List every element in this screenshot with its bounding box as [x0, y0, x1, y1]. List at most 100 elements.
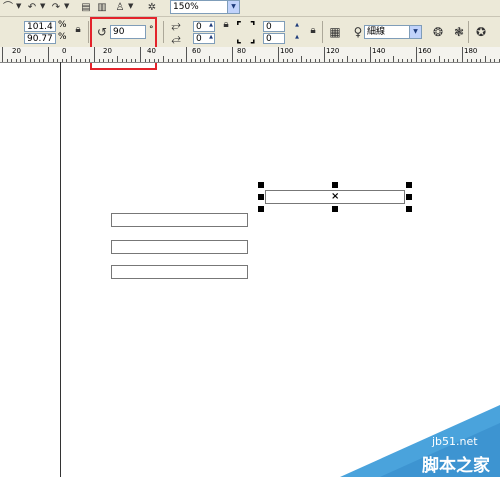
- ruler-tick: [204, 59, 205, 62]
- separator: [88, 21, 89, 43]
- ruler-tick: [30, 59, 31, 62]
- ruler-tick: [209, 56, 210, 62]
- corner-bracket-icon: ⌟: [250, 31, 256, 45]
- ruler-tick: [388, 59, 389, 62]
- lock-ratio-icon[interactable]: 🔒︎: [70, 22, 86, 38]
- spin-up-icon[interactable]: ▲: [207, 34, 215, 40]
- selection-handle[interactable]: [332, 182, 338, 188]
- ruler-tick: [191, 59, 192, 62]
- object-width-field[interactable]: 101.4: [24, 21, 56, 32]
- ruler-tick: [476, 59, 477, 62]
- selection-handle[interactable]: [406, 206, 412, 212]
- ruler-tick: [163, 56, 164, 62]
- chevron-down-icon[interactable]: ▼: [128, 2, 133, 10]
- settings-icon[interactable]: ✪: [473, 24, 489, 40]
- ruler-tick: [200, 59, 201, 62]
- ruler-tick: [375, 59, 376, 62]
- percent-label: %: [58, 32, 67, 42]
- ruler-tick: [232, 47, 233, 62]
- ruler-tick: [246, 59, 247, 62]
- lock-corners-icon[interactable]: 🔒︎: [218, 17, 234, 33]
- outline-width-value: 細線: [367, 27, 386, 37]
- ruler-tick: [453, 59, 454, 62]
- ruler-label: 20: [12, 47, 21, 55]
- ruler-tick: [140, 47, 141, 62]
- ruler-label: 140: [372, 47, 386, 55]
- ruler-tick: [462, 47, 463, 62]
- ruler-tick: [398, 59, 399, 62]
- chevron-down-icon[interactable]: ▼: [40, 2, 45, 10]
- selection-handle[interactable]: [332, 206, 338, 212]
- chevron-down-icon[interactable]: ▼: [64, 2, 69, 10]
- ruler-tick: [421, 59, 422, 62]
- ruler-tick: [329, 59, 330, 62]
- ruler-tick: [145, 59, 146, 62]
- page-border-left: [60, 62, 61, 477]
- ruler-label: 100: [280, 47, 294, 55]
- convert-to-curves-icon[interactable]: ❂: [430, 24, 446, 40]
- ruler-tick: [34, 59, 35, 62]
- horizontal-ruler[interactable]: 20 0 20 40 60 80 100 120 140 160 180: [0, 47, 500, 63]
- curve-tool-icon[interactable]: ⌒: [2, 2, 14, 13]
- export-icon[interactable]: ▥: [96, 2, 108, 13]
- chevron-down-icon[interactable]: ▼: [227, 1, 239, 13]
- rectangle-shape[interactable]: [111, 265, 248, 279]
- ruler-tick: [407, 59, 408, 62]
- ruler-tick: [310, 59, 311, 62]
- ruler-tick: [338, 59, 339, 62]
- ruler-tick: [99, 59, 100, 62]
- spin-up-icon[interactable]: ▲: [293, 22, 301, 28]
- ruler-label: 180: [464, 47, 478, 55]
- ruler-tick: [287, 59, 288, 62]
- ruler-tick: [361, 59, 362, 62]
- selection-handle[interactable]: [406, 182, 412, 188]
- ruler-tick: [89, 59, 90, 62]
- arrange-icon[interactable]: ❃: [451, 24, 467, 40]
- ruler-tick: [480, 59, 481, 62]
- ruler-tick: [57, 59, 58, 62]
- ruler-tick: [94, 47, 95, 62]
- ruler-tick: [379, 59, 380, 62]
- ruler-tick: [393, 56, 394, 62]
- import-icon[interactable]: ▤: [80, 2, 92, 13]
- ruler-tick: [154, 59, 155, 62]
- undo-icon[interactable]: ↶: [26, 2, 38, 13]
- ruler-tick: [186, 47, 187, 62]
- ruler-tick: [457, 59, 458, 62]
- center-marker-icon[interactable]: ×: [331, 191, 339, 203]
- chevron-down-icon[interactable]: ▼: [409, 26, 421, 38]
- ruler-tick: [273, 59, 274, 62]
- ruler-tick: [218, 59, 219, 62]
- corner-top-right-field[interactable]: 0: [263, 21, 285, 32]
- spin-up-icon[interactable]: ▲: [207, 22, 215, 28]
- selection-handle[interactable]: [258, 206, 264, 212]
- ruler-tick: [158, 59, 159, 62]
- zoom-value: 150%: [173, 2, 199, 12]
- lock-corners-icon[interactable]: 🔒︎: [305, 23, 321, 39]
- mirror-vertical-icon[interactable]: ⥄: [168, 30, 184, 46]
- ruler-tick: [241, 59, 242, 62]
- rectangle-shape[interactable]: [111, 240, 248, 254]
- rectangle-shape[interactable]: [111, 213, 248, 227]
- selection-handle[interactable]: [406, 194, 412, 200]
- selection-handle[interactable]: [258, 182, 264, 188]
- corner-bottom-right-field[interactable]: 0: [263, 33, 285, 44]
- wrap-text-icon[interactable]: ▦: [327, 24, 343, 40]
- spin-up-icon[interactable]: ▲: [293, 34, 301, 40]
- zoom-select[interactable]: 150% ▼: [170, 0, 240, 14]
- outline-width-select[interactable]: 細線 ▼: [364, 25, 422, 39]
- ruler-tick: [135, 59, 136, 62]
- ruler-tick: [195, 59, 196, 62]
- redo-icon[interactable]: ↷: [50, 2, 62, 13]
- ruler-tick: [292, 59, 293, 62]
- object-height-field[interactable]: 90.77: [24, 33, 56, 44]
- selection-handle[interactable]: [258, 194, 264, 200]
- app-icon[interactable]: ✲: [146, 2, 158, 13]
- launcher-icon[interactable]: ♙: [114, 2, 126, 13]
- ruler-tick: [356, 59, 357, 62]
- ruler-tick: [485, 56, 486, 62]
- chevron-down-icon[interactable]: ▼: [16, 2, 21, 10]
- ruler-tick: [62, 59, 63, 62]
- corner-bottom-left-value: 0: [196, 34, 202, 44]
- ruler-tick: [402, 59, 403, 62]
